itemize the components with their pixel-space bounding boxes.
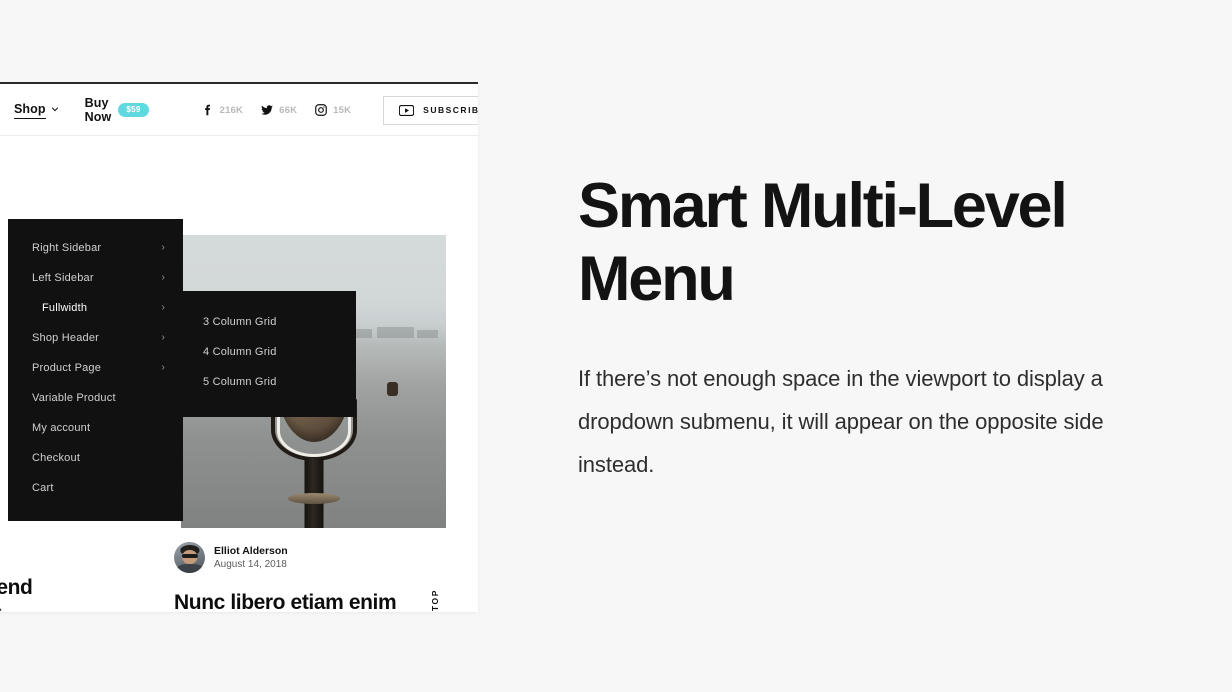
social-twitter[interactable]: 66K bbox=[260, 103, 297, 117]
submenu-item-5-column-grid[interactable]: 5 Column Grid bbox=[183, 367, 356, 397]
dropdown-item-label: Fullwidth bbox=[42, 302, 88, 314]
chevron-right-icon: › bbox=[161, 362, 165, 373]
article-left-title: Eleifend tibus bbox=[0, 576, 114, 612]
article-left-title-line2: tibus bbox=[0, 601, 3, 612]
page-title: Smart Multi-Level Menu bbox=[578, 171, 1068, 315]
dropdown-item-label: My account bbox=[32, 422, 91, 434]
price-badge: $59 bbox=[118, 103, 149, 117]
dropdown-item-my-account[interactable]: My account bbox=[8, 413, 183, 443]
back-to-top-control[interactable]: BACK TO TOP bbox=[422, 589, 448, 612]
facebook-icon bbox=[201, 103, 215, 117]
instagram-count: 15K bbox=[333, 104, 352, 116]
facebook-count: 216K bbox=[219, 104, 244, 116]
author-row: Elliot Alderson August 14, 2018 bbox=[174, 542, 412, 573]
dropdown-item-label: Variable Product bbox=[32, 392, 116, 404]
dropdown-item-label: Right Sidebar bbox=[32, 242, 102, 254]
submenu-item-3-column-grid[interactable]: 3 Column Grid bbox=[183, 307, 356, 337]
article-left-title-line1: Eleifend bbox=[0, 576, 33, 599]
submenu-item-label: 3 Column Grid bbox=[203, 316, 277, 328]
article-card-main[interactable]: Elliot Alderson August 14, 2018 Nunc lib… bbox=[174, 542, 412, 612]
subscribe-button[interactable]: SUBSCRIBE bbox=[383, 95, 478, 125]
twitter-count: 66K bbox=[279, 104, 298, 116]
page-description: If there’s not enough space in the viewp… bbox=[578, 366, 1104, 477]
feature-copy: Smart Multi-Level Menu If there’s not en… bbox=[578, 170, 1118, 487]
chevron-right-icon: › bbox=[161, 302, 165, 313]
nav-item-buy-now[interactable]: Buy Now $59 bbox=[85, 96, 149, 124]
article-title: Nunc libero etiam enim bbox=[174, 591, 397, 612]
twitter-icon bbox=[260, 103, 274, 117]
instagram-icon bbox=[314, 103, 328, 117]
dropdown-item-left-sidebar[interactable]: Left Sidebar › bbox=[8, 263, 183, 293]
nav-item-shop-label: Shop bbox=[14, 102, 46, 119]
dropdown-item-shop-header[interactable]: Shop Header › bbox=[8, 323, 183, 353]
youtube-icon bbox=[399, 104, 415, 116]
article-date: August 14, 2018 bbox=[214, 558, 287, 570]
dropdown-item-right-sidebar[interactable]: Right Sidebar › bbox=[8, 233, 183, 263]
author-name: Elliot Alderson bbox=[214, 544, 288, 557]
article-card-left[interactable]: Eleifend tibus 2 minute read pulvinar mo… bbox=[0, 576, 114, 612]
dropdown-item-product-page[interactable]: Product Page › bbox=[8, 353, 183, 383]
submenu-item-label: 4 Column Grid bbox=[203, 346, 277, 358]
chevron-down-icon bbox=[51, 105, 59, 113]
article-list: Eleifend tibus 2 minute read pulvinar mo… bbox=[0, 528, 478, 612]
fullwidth-submenu: 3 Column Grid 4 Column Grid 5 Column Gri… bbox=[183, 291, 356, 417]
dropdown-item-variable-product[interactable]: Variable Product bbox=[8, 383, 183, 413]
social-facebook[interactable]: 216K bbox=[201, 103, 244, 117]
submenu-item-4-column-grid[interactable]: 4 Column Grid bbox=[183, 337, 356, 367]
telescope-collar bbox=[287, 492, 340, 504]
primary-nav: Shop Buy Now $59 bbox=[14, 96, 149, 124]
dropdown-item-checkout[interactable]: Checkout bbox=[8, 443, 183, 473]
chevron-right-icon: › bbox=[161, 272, 165, 283]
dropdown-item-label: Shop Header bbox=[32, 332, 100, 344]
submenu-item-label: 5 Column Grid bbox=[203, 376, 277, 388]
chevron-right-icon: › bbox=[161, 332, 165, 343]
browser-mockup-panel: Shop Buy Now $59 216K 66K 15K SUBSCRI Ri… bbox=[0, 82, 478, 612]
chevron-right-icon: › bbox=[161, 242, 165, 253]
shop-dropdown-menu: Right Sidebar › Left Sidebar › Fullwidth… bbox=[8, 219, 183, 521]
social-links: 216K 66K 15K bbox=[201, 103, 352, 117]
telescope-arm-right bbox=[387, 381, 399, 396]
site-header: Shop Buy Now $59 216K 66K 15K SUBSCRI bbox=[0, 84, 478, 136]
dropdown-item-label: Left Sidebar bbox=[32, 272, 94, 284]
dropdown-item-label: Checkout bbox=[32, 452, 81, 464]
dropdown-item-label: Product Page bbox=[32, 362, 102, 374]
header-divider bbox=[0, 135, 478, 136]
back-to-top-label: BACK TO TOP bbox=[430, 589, 440, 612]
avatar bbox=[174, 542, 205, 573]
dropdown-item-label: Cart bbox=[32, 482, 54, 494]
dropdown-item-fullwidth[interactable]: Fullwidth › bbox=[8, 293, 183, 323]
nav-item-buy-now-label: Buy Now bbox=[84, 96, 112, 124]
dropdown-item-cart[interactable]: Cart bbox=[8, 473, 183, 503]
subscribe-label: SUBSCRIBE bbox=[423, 105, 478, 115]
author-info: Elliot Alderson August 14, 2018 bbox=[214, 544, 288, 572]
social-instagram[interactable]: 15K bbox=[314, 103, 351, 117]
nav-item-shop[interactable]: Shop bbox=[14, 102, 59, 119]
